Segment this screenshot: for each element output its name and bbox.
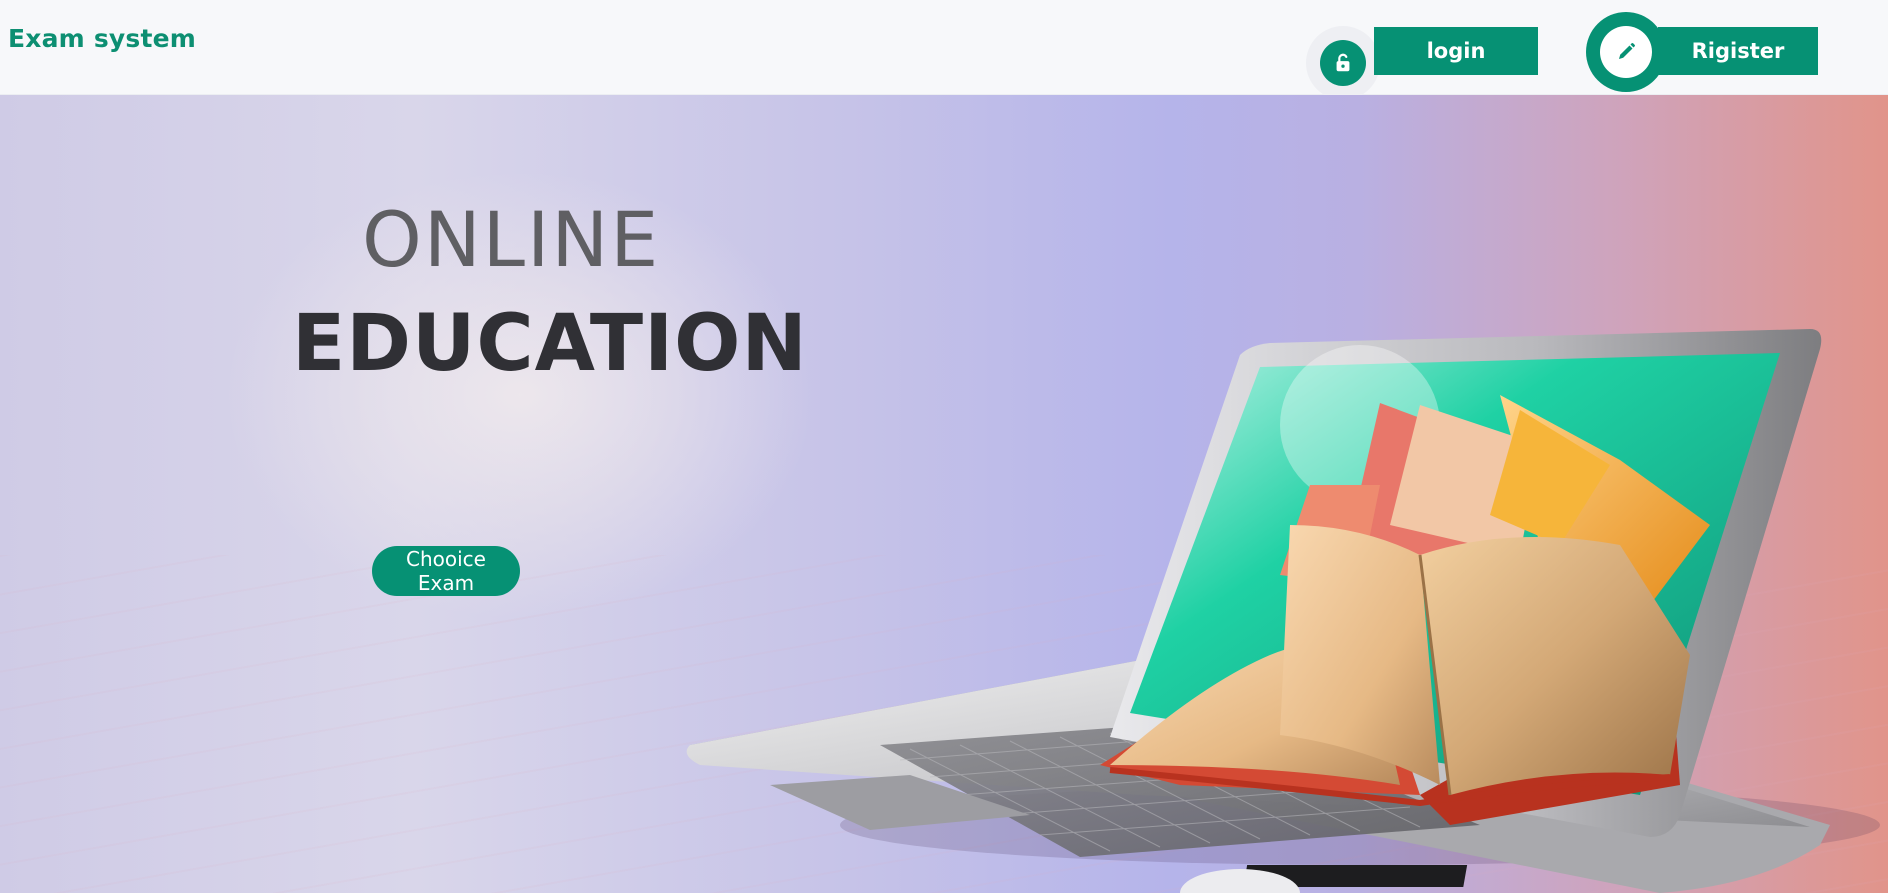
pencil-icon <box>1600 26 1652 78</box>
top-navbar: Exam system login Rigister <box>0 0 1888 100</box>
hero-title-online: ONLINE <box>362 195 661 284</box>
choose-exam-button[interactable]: Chooice Exam <box>372 546 520 596</box>
laptop-books-illustration <box>686 329 1880 893</box>
page: Exam system login Rigister ONLINE EDUCAT… <box>0 0 1888 893</box>
register-icon-badge[interactable] <box>1586 12 1666 92</box>
unlock-icon <box>1320 40 1366 86</box>
login-icon-badge[interactable] <box>1306 26 1380 100</box>
hero-section: ONLINE EDUCATION Chooice Exam <box>0 95 1888 893</box>
register-button[interactable]: Rigister <box>1586 12 1818 92</box>
register-button-label: Rigister <box>1691 39 1785 63</box>
login-button-label-bar[interactable]: login <box>1374 27 1538 75</box>
login-button[interactable]: login <box>1306 12 1538 100</box>
brand-logo-text[interactable]: Exam system <box>8 24 196 53</box>
login-button-label: login <box>1426 39 1486 63</box>
register-button-label-bar[interactable]: Rigister <box>1658 27 1818 75</box>
